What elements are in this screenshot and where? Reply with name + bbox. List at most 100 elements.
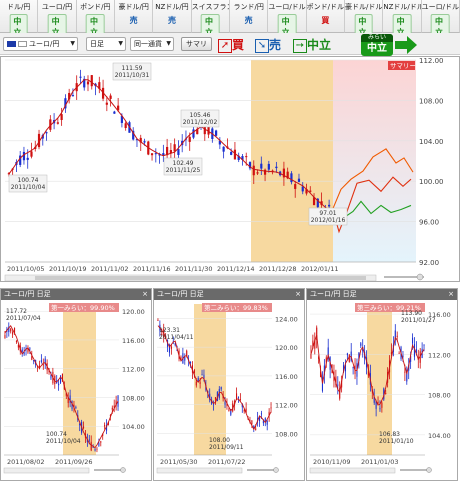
candle (188, 136, 191, 142)
annotation-date: 2011/12/02 (183, 119, 218, 126)
candle (109, 95, 112, 99)
scrollbar[interactable] (3, 467, 90, 474)
candle (251, 420, 253, 424)
x-tick-label: 2012/01/11 (301, 265, 338, 273)
pair-tab[interactable]: 豪ドル/ドル中立 (345, 0, 384, 40)
candle (42, 364, 44, 366)
pair-tab[interactable]: ドル/円中立 (0, 0, 39, 40)
main-chart-panel: 112.00 108.00 104.00 100.00 96.00 92.00 サマリー 11… (0, 56, 460, 282)
candle (88, 439, 90, 441)
y-tick-label: 120.00 (275, 344, 298, 352)
candle (411, 337, 414, 344)
y-tick-label: 92.00 (419, 259, 439, 267)
candle (297, 178, 301, 182)
pair-tab[interactable]: ユーロ/ドル中立 (421, 0, 460, 40)
candle (197, 378, 199, 382)
mode-label: 同一通貨 (134, 40, 162, 48)
tab-pair-name: ユーロ/ドル (421, 3, 459, 11)
tab-pair-name: ユーロ/円 (41, 3, 73, 11)
zoom-handle[interactable] (273, 467, 279, 473)
pair-tab[interactable]: ポンド/円中立 (76, 0, 115, 40)
candle (150, 153, 154, 156)
close-icon[interactable]: × (448, 289, 454, 300)
mirai-panel: ユーロ/円 日足 × 120.00 116.00 112.00 108.00 104.00 第… (0, 288, 152, 481)
x-tick-label: 2011/12/14 (217, 265, 254, 273)
annotation-value: 100.74 (46, 431, 67, 438)
tab-pair-name: ドル/円 (6, 3, 31, 11)
candle (396, 335, 398, 337)
candle (256, 172, 259, 174)
zoom-handle[interactable] (416, 273, 424, 281)
x-tick-label: 2010/11/09 (313, 458, 350, 466)
candle (214, 397, 217, 400)
scrollbar-thumb[interactable] (35, 276, 366, 280)
annotation-value: 102.49 (173, 160, 194, 167)
candle (328, 204, 331, 207)
candle (26, 157, 29, 160)
annotation-value: 106.83 (379, 431, 400, 438)
pair-tab[interactable]: ユーロ/ドル中立 (268, 0, 307, 40)
y-tick-label: 104.00 (122, 423, 145, 431)
y-tick-label: 108.00 (122, 394, 145, 402)
candle (352, 366, 354, 369)
candle (113, 111, 116, 114)
candle (193, 370, 195, 374)
candle (309, 190, 312, 192)
panel-header: ユーロ/円 日足 × (154, 289, 304, 300)
zoom-handle[interactable] (426, 467, 432, 473)
pair-tab[interactable]: ポンド/ドル買 (306, 0, 345, 33)
sell-label: 売 (269, 38, 282, 52)
candle (90, 441, 92, 451)
candle (170, 346, 172, 349)
zoom-handle[interactable] (120, 467, 126, 473)
mirai-arrow-icon (395, 36, 417, 54)
pair-tab[interactable]: NZドル/ドル中立 (383, 0, 422, 40)
annotation-date: 2011/10/04 (46, 438, 81, 445)
candle (86, 81, 90, 85)
buy-label: 買 (232, 38, 245, 52)
pair-tab[interactable]: NZドル/円売 (153, 0, 192, 33)
annotation-value: 105.46 (190, 112, 211, 119)
pair-tab[interactable]: スイスフラン/円中立 (191, 0, 230, 40)
candle (239, 399, 241, 401)
candle (45, 132, 48, 134)
panel-title: ユーロ/円 日足 (157, 290, 204, 298)
mode-select[interactable]: 同一通貨 ▼ (130, 37, 174, 51)
annotation-value: 123.31 (159, 327, 180, 334)
close-icon[interactable]: × (295, 289, 301, 300)
candle (75, 407, 77, 409)
x-tick-label: 2011/05/30 (160, 458, 197, 466)
panel-header: ユーロ/円 日足 × (1, 289, 151, 300)
candle (237, 396, 240, 398)
buy-signal: ➚ 買 (218, 35, 244, 55)
close-icon[interactable]: × (142, 289, 148, 300)
candle (346, 353, 348, 356)
right-arrow-icon: ➙ (293, 38, 307, 53)
scrollbar[interactable] (309, 467, 396, 474)
zoom-slider[interactable] (247, 469, 277, 471)
candle (12, 332, 14, 335)
candle (222, 146, 225, 152)
candle (71, 95, 75, 97)
mirai-tag-label: 第一みらい：99.90% (51, 303, 115, 312)
zoom-slider[interactable] (400, 469, 430, 471)
neutral-label: 中立 (307, 38, 332, 52)
y-tick-label: 108.00 (428, 392, 451, 400)
annotation-value: 113.90 (401, 310, 422, 317)
pair-tab[interactable]: ユーロ/円中立 (38, 0, 77, 40)
pair-tab[interactable]: ランド/円売 (230, 0, 269, 33)
candle (40, 360, 42, 363)
candle (143, 141, 146, 143)
mirai-tag-label: 第二みらい：99.83% (204, 303, 268, 312)
pair-select[interactable]: ユーロ/円 ▼ (3, 37, 78, 51)
period-label: 日足 (90, 40, 104, 48)
panel-title: ユーロ/円 日足 (310, 290, 357, 298)
period-select[interactable]: 日足 ▼ (86, 37, 126, 51)
summary-button[interactable]: サマリ (181, 37, 212, 51)
pair-tab[interactable]: 豪ドル/円売 (115, 0, 154, 33)
tab-pair-name: ポンド/ドル (306, 3, 344, 11)
zoom-slider[interactable] (94, 469, 124, 471)
scrollbar[interactable] (156, 467, 243, 474)
candle (201, 374, 203, 376)
candle (4, 334, 6, 339)
